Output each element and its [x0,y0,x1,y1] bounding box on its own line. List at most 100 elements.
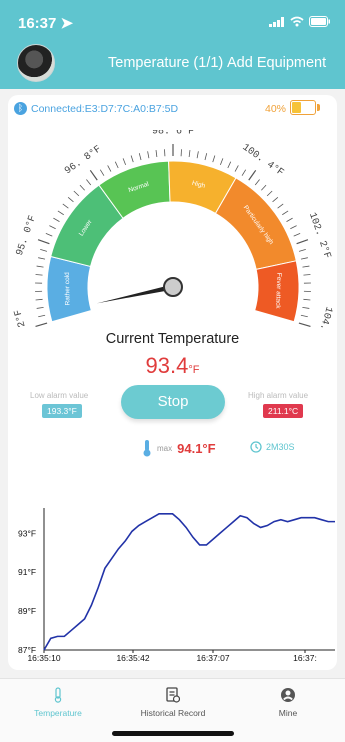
current-temperature-value: 93.4°F [0,353,345,379]
phone-battery-icon [309,16,330,27]
connection-status: ᛒ Connected:E3:D7:7C:A0:B7:5D [14,102,178,115]
thermometer-icon [143,440,151,457]
high-alarm-label: High alarm value [248,391,309,400]
gauge-tick-15 [62,203,69,209]
chart-y-tick-label-1: 91°F [18,567,36,577]
elapsed-timer: 2M30S [250,441,295,453]
gauge-tick-53 [302,265,310,268]
tab-historical-record[interactable]: Historical Record [123,687,223,718]
home-indicator [112,731,234,736]
gauge-tick-20 [89,169,98,181]
add-equipment-button[interactable]: Add Equipment [227,55,326,71]
max-label: max [157,443,173,453]
battery-icon [290,100,316,115]
current-value-number: 93.4 [145,353,189,378]
gauge-tick-12 [49,225,56,230]
temperature-gauge: Rather coldLowerNormal HighParticularly h… [12,130,335,330]
thermometer-icon [54,687,62,703]
page-title: Temperature (1/1) [108,55,224,71]
gauge-tick-label-2: 96. 8°F [63,143,104,177]
gauge-tick-21 [99,169,105,176]
profile-icon [281,688,295,702]
gauge-needle [96,284,174,304]
gauge-tick-24 [122,158,127,166]
gauge-tick-44 [272,197,279,203]
chart-x-tick-label-4: 16:37: [293,653,317,663]
gauge-tick-52 [300,257,308,260]
gauge-tick-11 [45,233,53,237]
device-avatar[interactable] [17,44,55,82]
gauge-tick-46 [282,210,289,216]
gauge-tick-37 [227,161,232,169]
chart-series-line-0 [43,513,335,651]
tab-temperature[interactable]: Temperature [8,687,108,718]
temperature-chart: 93°F91°F89°F87°F16:35:10 16:35:42 16:37:07… [18,508,335,663]
gauge-tick-27 [147,151,150,159]
gauge-tick-label-1: 95. 0°F [14,214,39,258]
gauge-tick-17 [73,190,80,197]
connection-text: Connected:E3:D7:7C:A0:B7:5D [31,102,179,115]
gauge-tick-23 [114,161,119,169]
low-alarm-value[interactable]: 193.3°F [42,404,82,418]
current-temperature-label: Current Temperature [105,331,240,347]
gauge-tick-28 [155,149,158,158]
gauge-tick-36 [219,158,224,166]
gauge-tick-26 [138,153,142,161]
gauge-tick-22 [107,165,112,172]
status-time: 16:37 ➤ [18,14,73,32]
gauge-tick-label-4: 100. 4°F [240,141,286,179]
gauge-tick-33 [196,151,199,159]
chart-x-tick-label-1: 16:35:42 [116,653,149,663]
gauge-tick-14 [57,210,64,216]
tab-temperature-label: Temperature [34,708,82,718]
gauge-tick-51 [298,249,306,252]
cellular-signal-icon [269,16,284,27]
timer-text: 2M30S [266,442,295,452]
gauge-tick-9 [40,249,48,252]
gauge-zone-label-0: Rather cold [64,272,72,306]
gauge-tick-47 [286,217,293,222]
clock-icon [250,441,262,453]
max-value: 94.1°F [177,440,216,456]
gauge-tick-label-5: 102. 2°F [306,211,333,260]
gauge-tick-59 [300,314,308,318]
stop-button[interactable]: Stop [121,385,225,419]
gauge-tick-49 [293,233,301,237]
gauge-tick-label-0: 93. 2°F [12,308,35,330]
gauge-tick-50 [296,239,309,245]
gauge-tick-label-6: 104. 0°F [310,305,335,330]
status-time-text: 16:37 [18,15,57,32]
gauge-tick-32 [188,149,191,158]
gauge-tick-0 [35,322,48,327]
gauge-tick-13 [53,217,60,222]
bluetooth-icon: ᛒ [14,102,27,115]
gauge-tick-19 [86,179,92,186]
battery-cap [317,104,320,111]
gauge-tick-57 [303,298,311,301]
tab-historical-label: Historical Record [140,708,206,718]
tab-mine[interactable]: Mine [238,687,338,718]
status-icons [269,16,331,27]
gauge-tick-18 [79,184,85,191]
gauge-tick-43 [266,190,273,197]
gauge-tick-10 [37,239,50,245]
gauge-tick-39 [241,169,247,176]
gauge-tick-38 [234,165,239,172]
gauge-tick-48 [290,225,297,230]
max-temperature: max 94.1°F [142,439,216,457]
gauge-tick-45 [277,203,284,209]
current-value-unit: °F [188,364,200,376]
high-alarm-value[interactable]: 211.1°C [263,404,304,418]
gauge-tick-6 [35,274,43,276]
chart-x-tick-label-3: 16:37:07 [196,653,229,663]
gauge-tick-42 [261,184,267,191]
chart-x-tick-label-0: 16:35:10 [27,653,60,663]
gauge-tick-7 [36,265,44,268]
document-icon [166,687,180,703]
tab-mine-label: Mine [278,708,298,718]
gauge-zone-label-5: Fever attack [274,273,282,310]
gauge-tick-8 [38,257,46,260]
gauge-tick-25 [130,155,134,163]
gauge-tick-41 [254,179,260,186]
battery-percent: 40% [265,103,287,115]
